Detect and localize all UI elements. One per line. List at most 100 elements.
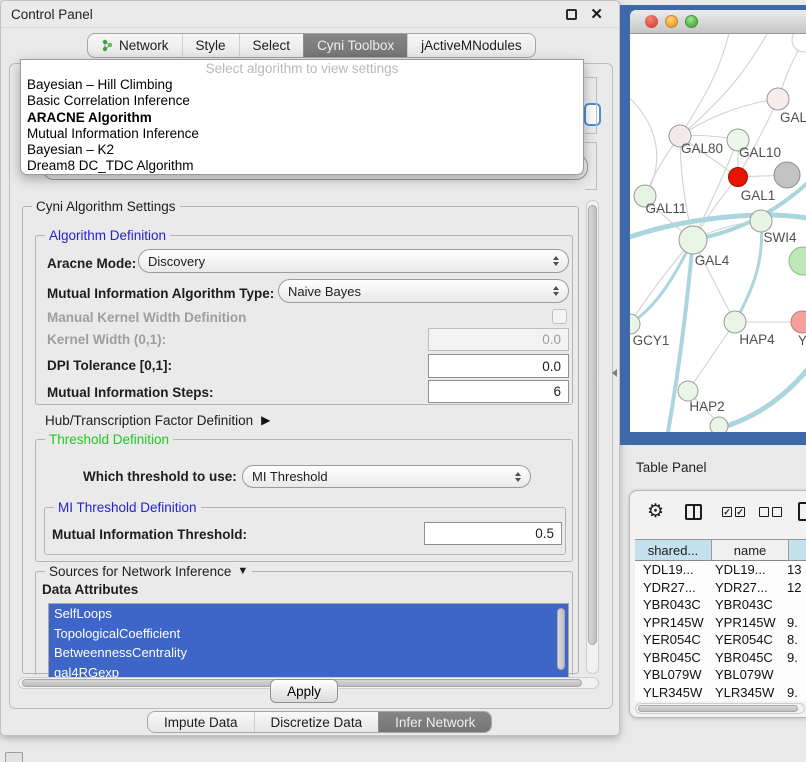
panel-collapse-handle-icon[interactable]	[612, 369, 617, 377]
tab-style[interactable]: Style	[182, 34, 239, 57]
table-row[interactable]: YPR145WYPR145W9.	[635, 614, 806, 632]
zoom-traffic-light[interactable]	[685, 15, 698, 28]
gear-icon[interactable]: ⚙	[647, 500, 664, 523]
attribute-item-selected[interactable]: SelfLoops	[49, 604, 568, 624]
which-threshold-combo[interactable]: MI Threshold	[242, 465, 531, 488]
attribute-list-scrollbar[interactable]	[557, 608, 565, 670]
column-header-shared[interactable]: shared...	[635, 539, 712, 561]
network-window-titlebar[interactable]	[630, 10, 806, 34]
table-row[interactable]: YBL079WYBL079W	[635, 666, 806, 684]
sources-collapse-header[interactable]: Sources for Network Inference ▼	[45, 564, 252, 579]
network-node[interactable]	[710, 417, 728, 432]
svg-text:GAL10: GAL10	[739, 145, 781, 160]
table-function-icon[interactable]	[798, 502, 806, 521]
network-node[interactable]: Y	[791, 311, 806, 348]
dpi-tolerance-field[interactable]: 0.0	[428, 354, 569, 378]
table-row[interactable]: YLR345WYLR345W9.	[635, 684, 806, 702]
algorithm-dropdown-popup: Select algorithm to view settings Bayesi…	[20, 59, 584, 175]
network-node[interactable]: GAL	[767, 88, 806, 125]
hidden-panel-button[interactable]	[5, 752, 23, 762]
tab-label: Style	[196, 38, 226, 53]
svg-text:GCY1: GCY1	[633, 333, 670, 348]
manual-kernel-label: Manual Kernel Width Definition	[47, 310, 246, 326]
network-node[interactable]: HAP4	[724, 311, 775, 347]
mi-steps-field[interactable]: 6	[428, 380, 569, 403]
mi-steps-label: Mutual Information Steps:	[47, 381, 214, 404]
algorithm-option[interactable]: Basic Correlation Inference	[21, 93, 583, 109]
cyni-toolbox-panel: gal-filtered sif default node Select alg…	[9, 63, 613, 709]
close-icon[interactable]: ✕	[590, 5, 603, 23]
mi-threshold-field[interactable]: 0.5	[424, 522, 562, 545]
settings-vscroll-track[interactable]	[586, 200, 599, 674]
tab-label: Cyni Toolbox	[317, 38, 394, 53]
attribute-item-selected[interactable]: BetweennessCentrality	[49, 643, 568, 663]
hub-definition-label: Hub/Transcription Factor Definition	[45, 413, 253, 428]
expand-right-icon: ▶	[261, 413, 270, 427]
background-groupbox-edge	[585, 77, 597, 134]
algorithm-option[interactable]: Mutual Information Inference	[21, 126, 583, 142]
deselect-all-columns-icon[interactable]	[759, 507, 782, 517]
table-row[interactable]: YDL19...YDL19...13	[635, 561, 806, 579]
network-node[interactable]: GAL1	[729, 168, 776, 204]
data-attributes-label: Data Attributes	[42, 582, 138, 597]
network-node[interactable]: GCY1	[630, 314, 669, 348]
network-node[interactable]: GAL10	[727, 129, 781, 160]
network-node[interactable]	[792, 34, 806, 52]
close-traffic-light[interactable]	[645, 15, 658, 28]
select-all-columns-icon[interactable]: ✓✓	[722, 507, 745, 517]
tab-label: Discretize Data	[271, 715, 363, 730]
data-attributes-list: SelfLoops TopologicalCoefficient Between…	[48, 603, 569, 681]
table-body: YDL19...YDL19...13 YDR27...YDR27...12 YB…	[635, 561, 806, 701]
table-panel-card: ⚙ ✓✓ shared... name YDL19...YDL19...13 Y…	[629, 490, 806, 718]
algorithm-option[interactable]: Bayesian – Hill Climbing	[21, 77, 583, 93]
table-row[interactable]: YBR045CYBR045C9.	[635, 649, 806, 667]
combo-stepper-icon	[553, 256, 559, 266]
tab-network[interactable]: Network	[88, 34, 182, 57]
network-node[interactable]: HAP2	[678, 381, 725, 414]
network-node[interactable]	[774, 162, 800, 188]
tab-cyni-toolbox[interactable]: Cyni Toolbox	[303, 34, 407, 57]
attribute-item-selected[interactable]: TopologicalCoefficient	[49, 624, 568, 644]
table-row[interactable]: YDR27...YDR27...12	[635, 579, 806, 597]
tab-label: Infer Network	[395, 715, 475, 730]
minimize-traffic-light[interactable]	[665, 15, 678, 28]
settings-vscroll-thumb[interactable]	[588, 205, 597, 645]
threshold-definition-group: Threshold Definition Which threshold to …	[35, 439, 573, 562]
network-node[interactable]: GAL80	[669, 125, 723, 156]
which-threshold-value: MI Threshold	[252, 469, 328, 484]
tab-impute-data[interactable]: Impute Data	[148, 712, 254, 732]
table-hscroll-track[interactable]	[635, 703, 805, 714]
tab-infer-network[interactable]: Infer Network	[378, 712, 491, 732]
mi-type-label: Mutual Information Algorithm Type:	[47, 282, 274, 306]
control-panel-window: Control Panel ✕ Network Style Select Cyn…	[0, 0, 620, 736]
toggle-columns-icon[interactable]	[685, 504, 702, 520]
column-header-name[interactable]: name	[712, 539, 789, 561]
hub-definition-expander[interactable]: Hub/Transcription Factor Definition ▶	[45, 411, 270, 429]
which-threshold-label: Which threshold to use:	[83, 465, 237, 488]
mi-threshold-value: 0.5	[535, 526, 554, 541]
column-header-label: name	[734, 543, 767, 558]
tab-discretize-data[interactable]: Discretize Data	[254, 712, 379, 732]
aracne-mode-combo[interactable]: Discovery	[138, 249, 569, 273]
manual-kernel-checkbox[interactable]	[552, 309, 567, 324]
tab-label: Select	[253, 38, 291, 53]
aracne-mode-label: Aracne Mode:	[47, 252, 136, 276]
tab-select[interactable]: Select	[239, 34, 304, 57]
column-header-partial[interactable]	[789, 539, 806, 561]
mi-steps-value: 6	[553, 384, 561, 399]
algorithm-option[interactable]: Bayesian – K2	[21, 142, 583, 158]
table-row[interactable]: YER054CYER054C8.	[635, 631, 806, 649]
table-row[interactable]: YBR043CYBR043C	[635, 596, 806, 614]
algorithm-option-selected[interactable]: ARACNE Algorithm	[21, 110, 583, 126]
table-hscroll-thumb[interactable]	[638, 705, 798, 712]
sources-group: Sources for Network Inference ▼ Data Att…	[35, 571, 573, 675]
float-window-icon[interactable]	[566, 9, 577, 20]
network-node[interactable]: GAL11	[634, 185, 687, 216]
tab-jactivemnodules[interactable]: jActiveMNodules	[407, 34, 535, 57]
apply-button[interactable]: Apply	[270, 679, 338, 703]
mi-type-combo[interactable]: Naive Bayes	[278, 279, 569, 303]
algorithm-definition-title: Algorithm Definition	[45, 228, 170, 243]
network-node[interactable]	[789, 247, 806, 275]
network-canvas[interactable]: GAL GAL80 GAL10 GAL1	[630, 34, 806, 432]
algorithm-option[interactable]: Dream8 DC_TDC Algorithm	[21, 158, 583, 174]
